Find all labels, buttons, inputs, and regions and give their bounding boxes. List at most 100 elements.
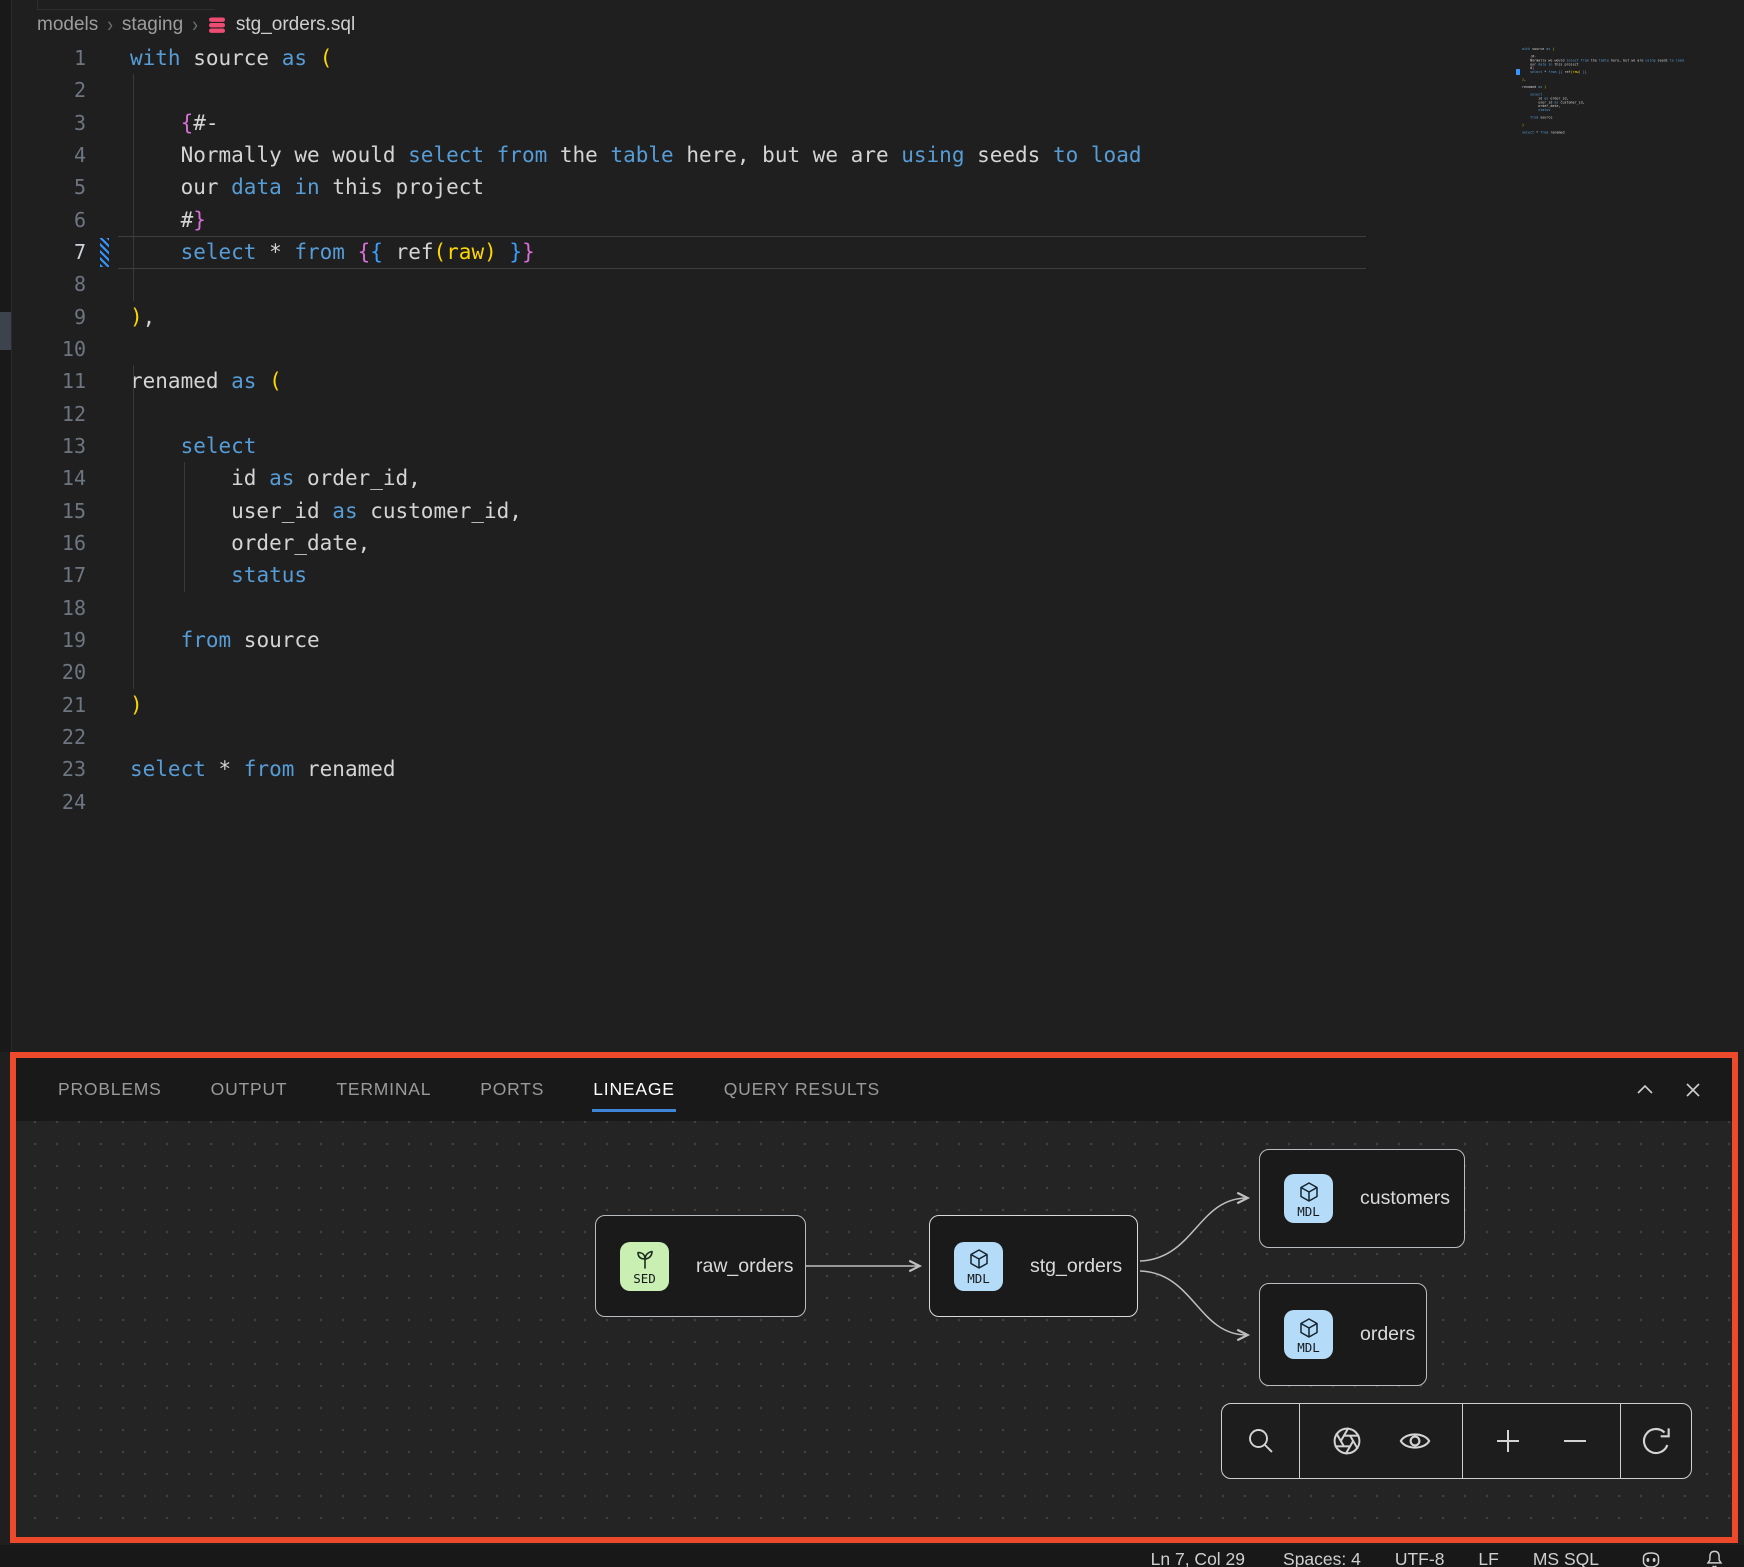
line-number[interactable]: 11 <box>12 365 86 397</box>
line-number[interactable]: 21 <box>12 689 86 721</box>
tab-problems[interactable]: PROBLEMS <box>58 1058 162 1121</box>
lineage-node-stg_orders[interactable]: MDLstg_orders <box>929 1215 1138 1317</box>
line-number[interactable]: 17 <box>12 559 86 591</box>
lineage-node-customers[interactable]: MDLcustomers <box>1259 1149 1465 1248</box>
code-text: renamed as ( <box>1522 85 1546 89</box>
eol-setting[interactable]: LF <box>1478 1549 1498 1567</box>
line-number[interactable]: 20 <box>12 656 86 688</box>
current-line-border-bottom <box>118 268 1366 269</box>
code-line-24[interactable]: 24 <box>12 786 1502 818</box>
left-edge-strip <box>0 0 12 1052</box>
line-number[interactable]: 4 <box>12 139 86 171</box>
code-text: with source as ( <box>130 42 332 74</box>
code-line-2[interactable]: 2 <box>12 74 1502 106</box>
code-text: Normally we would select from the table … <box>130 139 1142 171</box>
line-number[interactable]: 22 <box>12 721 86 753</box>
seedling-icon: SED <box>620 1242 669 1291</box>
lineage-canvas[interactable]: SEDraw_orders MDLstg_orders MDLcustomers MD… <box>16 1121 1732 1537</box>
line-number[interactable]: 23 <box>12 753 86 785</box>
code-line-11[interactable]: 11renamed as ( <box>12 365 1502 397</box>
tab-output[interactable]: OUTPUT <box>211 1058 288 1121</box>
indent-guide <box>133 365 134 689</box>
line-number[interactable]: 13 <box>12 430 86 462</box>
bottom-panel: PROBLEMS OUTPUT TERMINAL PORTS LINEAGE QUERY … <box>10 1052 1738 1543</box>
refresh-button[interactable] <box>1634 1419 1678 1463</box>
code-line-15[interactable]: 15 user_id as customer_id, <box>12 495 1502 527</box>
line-number[interactable]: 3 <box>12 107 86 139</box>
code-line-17[interactable]: 17 status <box>12 559 1502 591</box>
code-line-10[interactable]: 10 <box>12 333 1502 365</box>
code-line-7[interactable]: 7 select * from {{ ref(raw) }} <box>12 236 1502 268</box>
tab-query-results[interactable]: QUERY RESULTS <box>724 1058 880 1121</box>
code-line-21[interactable]: 21) <box>12 689 1502 721</box>
code-line-9[interactable]: 9), <box>12 301 1502 333</box>
line-number[interactable]: 19 <box>12 624 86 656</box>
toolbar-group-search <box>1222 1404 1299 1478</box>
encoding-setting[interactable]: UTF-8 <box>1395 1549 1445 1567</box>
panel-tab-bar: PROBLEMS OUTPUT TERMINAL PORTS LINEAGE QUERY … <box>16 1058 1732 1121</box>
code-line-20[interactable]: 20 <box>12 656 1502 688</box>
line-number[interactable]: 12 <box>12 398 86 430</box>
code-line-22[interactable]: 22 <box>12 721 1502 753</box>
line-number[interactable]: 14 <box>12 462 86 494</box>
code-editor[interactable]: 1with source as (23 {#-4 Normally we wou… <box>12 42 1502 818</box>
search-button[interactable] <box>1239 1419 1283 1463</box>
line-number[interactable]: 24 <box>12 786 86 818</box>
zoom-out-button[interactable] <box>1553 1419 1597 1463</box>
lineage-toolbar <box>1221 1403 1692 1479</box>
notifications-button[interactable] <box>1703 1548 1726 1567</box>
aperture-button[interactable] <box>1325 1419 1369 1463</box>
lineage-node-orders[interactable]: MDL orders <box>1259 1283 1427 1386</box>
maximize-panel-button[interactable] <box>1632 1077 1658 1103</box>
chevron-right-icon: › <box>192 13 198 38</box>
tab-terminal[interactable]: TERMINAL <box>336 1058 431 1121</box>
code-line-19[interactable]: 19 from source <box>12 624 1502 656</box>
tab-lineage[interactable]: LINEAGE <box>593 1058 674 1121</box>
copilot-button[interactable] <box>1639 1548 1663 1567</box>
chevron-right-icon: › <box>107 13 113 38</box>
code-line-1[interactable]: 1 with source as ( <box>12 42 1502 74</box>
code-line-23[interactable]: 23select * from renamed <box>12 753 1502 785</box>
modified-line-gutter-indicator <box>100 238 109 267</box>
code-line-12[interactable]: 12 <box>12 398 1502 430</box>
line-number[interactable]: 5 <box>12 171 86 203</box>
node-type-badge: MDL <box>1297 1341 1320 1354</box>
code-line-13[interactable]: 13 select <box>12 430 1502 462</box>
code-line-14[interactable]: 14 id as order_id, <box>12 462 1502 494</box>
line-number[interactable]: 18 <box>12 592 86 624</box>
cursor-position[interactable]: Ln 7, Col 29 <box>1151 1549 1245 1567</box>
tab-ports[interactable]: PORTS <box>480 1058 544 1121</box>
language-mode[interactable]: MS SQL <box>1533 1549 1599 1567</box>
code-text: {#- <box>130 107 219 139</box>
code-line-16[interactable]: 16 order_date, <box>12 527 1502 559</box>
code-line-8[interactable]: 8 <box>12 268 1502 300</box>
indentation-setting[interactable]: Spaces: 4 <box>1283 1549 1361 1567</box>
line-number[interactable]: 15 <box>12 495 86 527</box>
breadcrumb-item-models[interactable]: models <box>37 14 98 36</box>
code-line-18[interactable]: 18 <box>12 592 1502 624</box>
zoom-in-button[interactable] <box>1486 1419 1530 1463</box>
node-label: orders <box>1360 1323 1415 1346</box>
lineage-node-raw_orders[interactable]: SEDraw_orders <box>595 1215 806 1317</box>
line-number[interactable]: 10 <box>12 333 86 365</box>
minimap[interactable]: 1with source as (23 {#-4 Normally we wou… <box>1513 44 1744 148</box>
panel-actions <box>1632 1058 1706 1121</box>
code-line-4[interactable]: 4 Normally we would select from the tabl… <box>12 139 1502 171</box>
line-number[interactable]: 9 <box>12 301 86 333</box>
code-line-6[interactable]: 6 #} <box>12 204 1502 236</box>
cube-icon: MDL <box>954 1242 1003 1291</box>
copilot-icon <box>1644 1553 1659 1567</box>
breadcrumb-file-name[interactable]: stg_orders.sql <box>236 14 355 36</box>
breadcrumb-item-staging[interactable]: staging <box>122 14 183 36</box>
code-line-5[interactable]: 5 our data in this project <box>12 171 1502 203</box>
line-number[interactable]: 6 <box>12 204 86 236</box>
line-number[interactable]: 7 <box>12 236 86 268</box>
line-number[interactable]: 2 <box>12 74 86 106</box>
code-line-3[interactable]: 3 {#- <box>12 107 1502 139</box>
preview-button[interactable] <box>1393 1419 1437 1463</box>
line-number[interactable]: 16 <box>12 527 86 559</box>
line-number[interactable]: 1 <box>12 42 86 74</box>
close-panel-button[interactable] <box>1680 1077 1706 1103</box>
line-number[interactable]: 8 <box>12 268 86 300</box>
panel-tabs: PROBLEMS OUTPUT TERMINAL PORTS LINEAGE QUERY … <box>58 1058 929 1121</box>
